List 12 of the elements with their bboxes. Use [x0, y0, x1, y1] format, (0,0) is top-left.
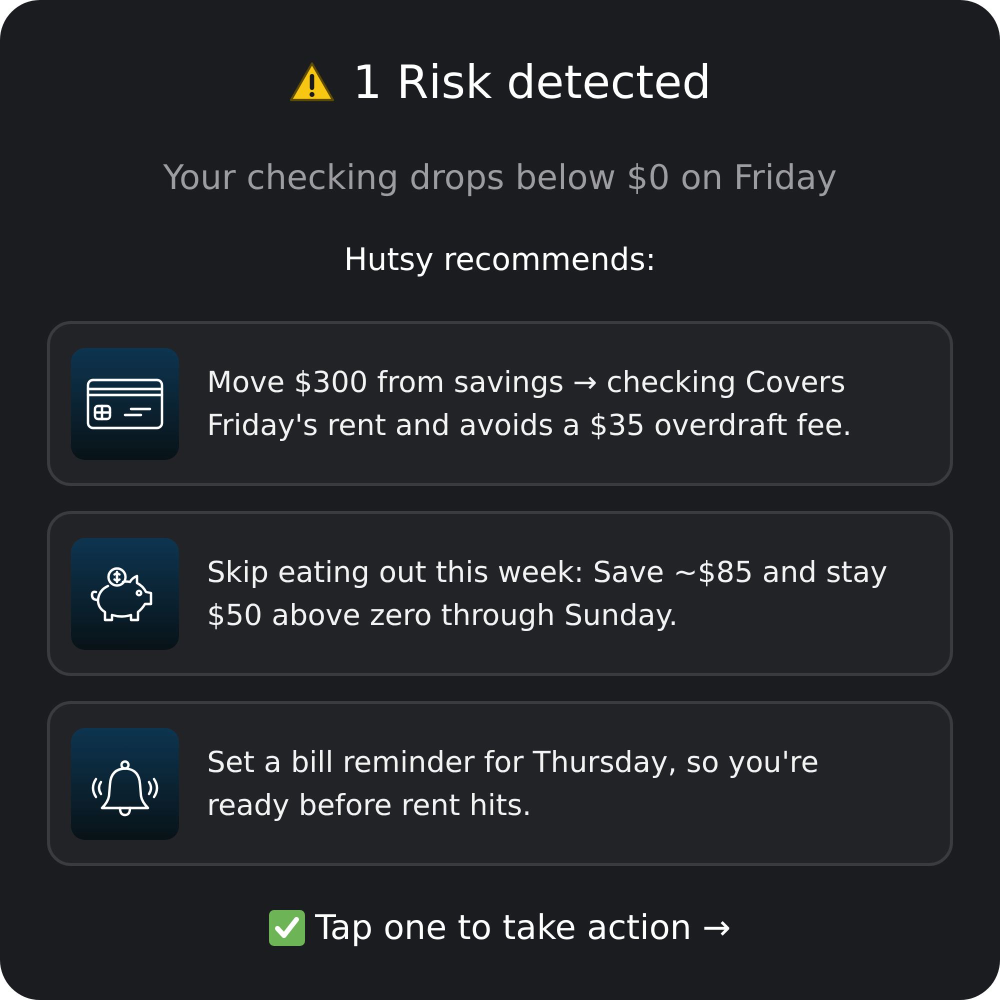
- piggy-bank-icon: [71, 538, 179, 650]
- recommendation-card[interactable]: Move $300 from savings → checking Covers Friday's rent and avoids a $35 overdraft fee.: [47, 321, 953, 486]
- risk-title: 1 Risk detected: [352, 54, 712, 111]
- risk-subtitle: Your checking drops below $0 on Friday: [163, 157, 837, 200]
- action-hint: Tap one to take action →: [315, 907, 731, 950]
- check-icon: [269, 910, 306, 946]
- recommendation-card[interactable]: Set a bill reminder for Thursday, so you're ready before rent hits.: [47, 701, 953, 866]
- credit-card-icon: [71, 348, 179, 460]
- recommendation-card[interactable]: Skip eating out this week: Save ~$85 and stay $50 above zero through Sunday.: [47, 511, 953, 676]
- bell-icon: [71, 728, 179, 840]
- recommendations-heading: Hutsy recommends:: [344, 242, 656, 278]
- warning-icon: [288, 61, 335, 103]
